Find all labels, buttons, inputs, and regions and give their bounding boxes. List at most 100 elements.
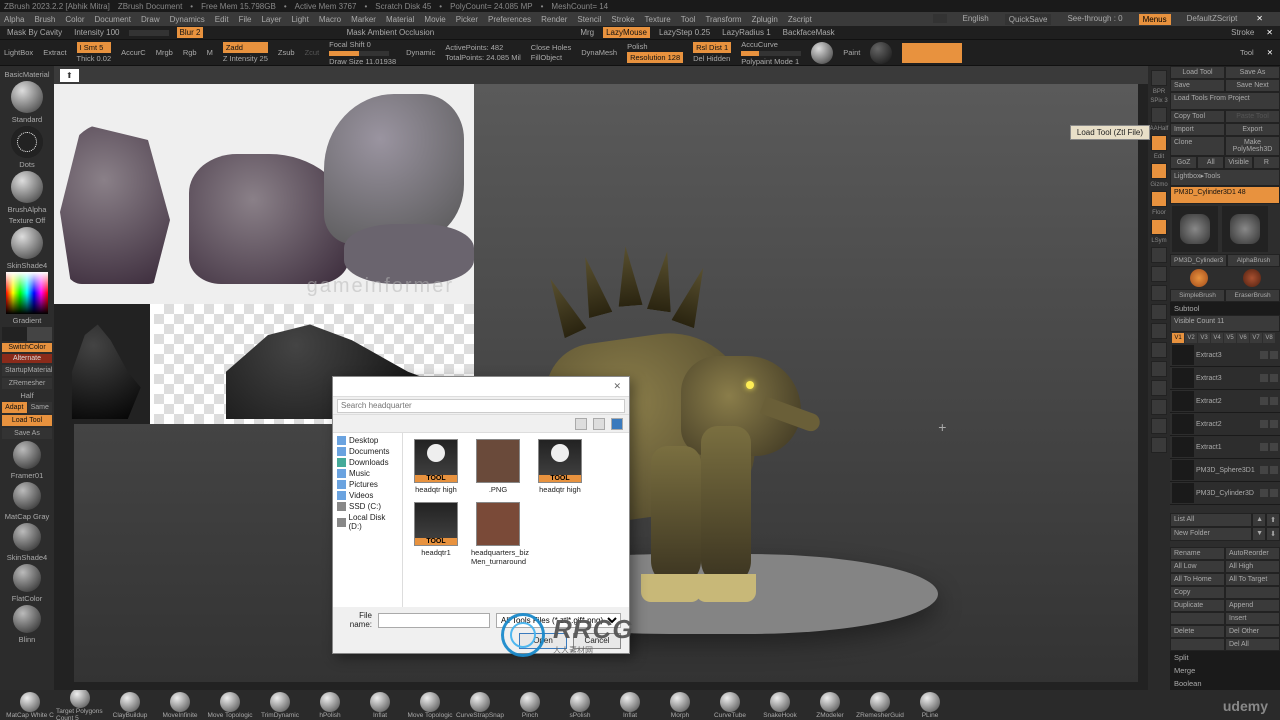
brush-shelf-item[interactable]: Pinch — [506, 692, 554, 719]
menu-file[interactable]: File — [239, 15, 252, 24]
brush-shelf-item[interactable]: hPolish — [306, 692, 354, 719]
subtool-item[interactable]: Extract2 — [1170, 413, 1280, 436]
menu-light[interactable]: Light — [291, 15, 308, 24]
panel-close-icon[interactable]: ✕ — [1253, 14, 1266, 25]
edit-icon[interactable] — [1151, 135, 1167, 151]
load-tool-button[interactable]: Load Tool — [1170, 66, 1225, 79]
material-swatch2-icon[interactable] — [870, 42, 892, 64]
menu-edit[interactable]: Edit — [215, 15, 229, 24]
menu-transform[interactable]: Transform — [705, 15, 741, 24]
solo-icon[interactable] — [1151, 285, 1167, 301]
save-next-button[interactable]: Save Next — [1225, 79, 1280, 92]
blur-slider[interactable]: Blur 2 — [177, 27, 204, 38]
v2-tab[interactable]: V2 — [1185, 333, 1197, 343]
reference-panel[interactable]: gameinformer — [54, 84, 474, 424]
menu-macro[interactable]: Macro — [319, 15, 341, 24]
fillobject-button[interactable]: FillObject — [531, 53, 571, 62]
language-label[interactable]: English — [963, 14, 989, 25]
menu-tool[interactable]: Tool — [681, 15, 696, 24]
menu-movie[interactable]: Movie — [424, 15, 445, 24]
zremesher-button[interactable]: ZRemesher — [2, 378, 52, 389]
all-target-button[interactable]: All To Target — [1225, 573, 1280, 586]
ghost-icon[interactable] — [1151, 361, 1167, 377]
filename-input[interactable] — [378, 613, 490, 628]
mrg-button[interactable]: Mrg — [577, 27, 597, 38]
brush-shelf-item[interactable]: CurveStrapSnap — [456, 692, 504, 719]
accurc-label[interactable]: AccurC — [121, 48, 146, 57]
drawsize-slider[interactable]: Draw Size 11.01938 — [329, 57, 396, 66]
alpha-preview-icon[interactable] — [11, 171, 43, 203]
brush-shelf-item[interactable]: ClayBuildup — [106, 692, 154, 719]
rsldist-slider[interactable]: Rsl Dist 1 — [693, 42, 731, 53]
zintensity-slider[interactable]: Z Intensity 25 — [223, 54, 268, 63]
brush-shelf-item[interactable]: Move Topologic — [206, 692, 254, 719]
brush-shelf-item[interactable]: SnakeHook — [756, 692, 804, 719]
subtool-item[interactable]: Extract1 — [1170, 436, 1280, 459]
mrgb-button[interactable]: Mrgb — [156, 48, 173, 57]
delhidden-button[interactable]: Del Hidden — [693, 54, 731, 63]
subtool-item[interactable]: Extract3 — [1170, 367, 1280, 390]
stroke-close-icon[interactable]: ✕ — [1263, 28, 1276, 37]
seethrough-slider[interactable]: See-through : 0 — [1067, 14, 1122, 25]
brush-shelf-item[interactable]: Inflat — [606, 692, 654, 719]
menu-zscript[interactable]: Zscript — [788, 15, 812, 24]
v8-tab[interactable]: V8 — [1263, 333, 1275, 343]
eraserbrush-icon[interactable] — [1243, 269, 1261, 287]
menu-dynamics[interactable]: Dynamics — [170, 15, 205, 24]
skinshade4b-icon[interactable] — [13, 523, 41, 551]
matcapgray-icon[interactable] — [13, 482, 41, 510]
saveas-button-left[interactable]: Save As — [2, 428, 52, 439]
file-item[interactable]: headqtr high — [409, 439, 463, 494]
load-from-project-button[interactable]: Load Tools From Project — [1170, 92, 1280, 110]
rename-button[interactable]: Rename — [1170, 547, 1225, 560]
stroke-dots-icon[interactable] — [11, 126, 43, 158]
all-home-button[interactable]: All To Home — [1170, 573, 1225, 586]
persp-icon[interactable] — [1151, 380, 1167, 396]
alternate-button[interactable]: Alternate — [2, 354, 52, 363]
m-button[interactable]: M — [207, 48, 213, 57]
goz-button[interactable]: GoZ — [1170, 156, 1197, 169]
closeholes-button[interactable]: Close Holes — [531, 43, 571, 52]
subtool-item[interactable]: Extract2 — [1170, 390, 1280, 413]
color-picker-icon[interactable] — [6, 272, 48, 314]
aahalf-icon[interactable] — [1151, 107, 1167, 123]
tool-thumb-1[interactable] — [1172, 206, 1218, 252]
smt-slider[interactable]: I Smt 5 — [77, 42, 112, 53]
pframe-icon[interactable] — [1151, 266, 1167, 282]
rgb-button[interactable]: Rgb — [183, 48, 197, 57]
brush-shelf-item[interactable]: MoveInfinite — [156, 692, 204, 719]
lazyradius-slider[interactable]: LazyRadius 1 — [719, 27, 773, 38]
menu-marker[interactable]: Marker — [351, 15, 376, 24]
menu-stroke[interactable]: Stroke — [611, 15, 634, 24]
v7-tab[interactable]: V7 — [1250, 333, 1262, 343]
brush-shelf-item[interactable]: TrimDynamic — [256, 692, 304, 719]
current-tool-label[interactable]: PM3D_Cylinder3D1 48 — [1170, 186, 1280, 204]
boolean-header[interactable]: Boolean — [1170, 677, 1280, 690]
delete-button[interactable]: Delete — [1170, 625, 1225, 638]
quicksave-button[interactable]: QuickSave — [1005, 14, 1052, 25]
framer01-icon[interactable] — [13, 441, 41, 469]
menu-document[interactable]: Document — [95, 15, 131, 24]
menu-stencil[interactable]: Stencil — [577, 15, 601, 24]
make-polymesh-button[interactable]: Make PolyMesh3D — [1225, 136, 1280, 156]
all-high-button[interactable]: All High — [1225, 560, 1280, 573]
intensity-track[interactable] — [129, 30, 169, 36]
brush-shelf-item[interactable]: ZModeler — [806, 692, 854, 719]
brush-shelf-item[interactable]: CurveTube — [706, 692, 754, 719]
tool-panel-label[interactable]: Tool — [1240, 48, 1254, 57]
v6-tab[interactable]: V6 — [1237, 333, 1249, 343]
new-folder-button[interactable]: New Folder — [1170, 527, 1252, 541]
thick-slider[interactable]: Thick 0.02 — [77, 54, 112, 63]
color-bars[interactable] — [902, 43, 962, 63]
brush-shelf-item[interactable]: Inflat — [356, 692, 404, 719]
brush-shelf-item[interactable]: ZRemesherGuid — [856, 692, 904, 719]
nav-local-d[interactable]: Local Disk (D:) — [335, 512, 400, 532]
autoreorder-button[interactable]: AutoReorder — [1225, 547, 1280, 560]
bpr-icon[interactable] — [1151, 70, 1167, 86]
menu-texture[interactable]: Texture — [645, 15, 671, 24]
v4-tab[interactable]: V4 — [1211, 333, 1223, 343]
language-flag-icon[interactable] — [933, 14, 947, 23]
menu-alpha[interactable]: Alpha — [4, 15, 24, 24]
brush-shelf-item[interactable]: Target Polygons Count 5 — [56, 690, 104, 720]
clone-button[interactable]: Clone — [1170, 136, 1225, 156]
